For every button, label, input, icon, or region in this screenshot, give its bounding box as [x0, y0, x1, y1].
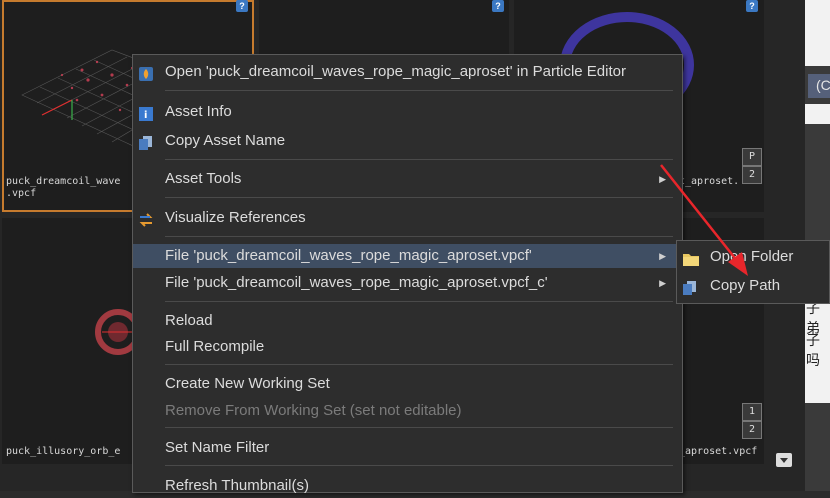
- particle-editor-icon: [139, 65, 153, 81]
- menu-item-label: Remove From Working Set (set not editabl…: [165, 402, 462, 419]
- info-icon: i: [139, 105, 153, 121]
- menu-item-visualize-references[interactable]: Visualize References: [133, 206, 680, 230]
- references-icon: [139, 211, 153, 227]
- file-submenu: Open Folder Copy Path: [676, 240, 830, 304]
- menu-item-refresh-thumbnail[interactable]: Refresh Thumbnail(s): [133, 474, 680, 498]
- side-badge[interactable]: 2: [742, 166, 762, 184]
- menu-item-label: Full Recompile: [165, 338, 265, 355]
- side-badge[interactable]: 2: [742, 421, 762, 439]
- menu-separator: [165, 197, 673, 198]
- menu-item-file-vpcf-c[interactable]: File 'puck_dreamcoil_waves_rope_magic_ap…: [133, 271, 680, 295]
- right-panel-strip: [805, 0, 830, 66]
- menu-item-asset-tools[interactable]: Asset Tools ▶: [133, 167, 680, 191]
- menu-item-open-folder[interactable]: Open Folder: [677, 245, 827, 269]
- menu-separator: [165, 364, 673, 365]
- copy-icon: [139, 134, 153, 150]
- menu-item-label: Visualize References: [165, 209, 306, 226]
- right-panel-tab[interactable]: (C: [808, 74, 830, 98]
- right-panel-text: 子吗: [806, 332, 820, 368]
- menu-item-label: Create New Working Set: [165, 375, 330, 392]
- right-panel-tab-label: (C: [816, 77, 830, 93]
- menu-item-set-name-filter[interactable]: Set Name Filter: [133, 436, 680, 460]
- scroll-down-button[interactable]: [776, 453, 792, 467]
- menu-item-copy-path[interactable]: Copy Path: [677, 274, 827, 298]
- menu-item-remove-working-set: Remove From Working Set (set not editabl…: [133, 399, 680, 423]
- menu-item-open-in-particle-editor[interactable]: Open 'puck_dreamcoil_waves_rope_magic_ap…: [133, 60, 680, 84]
- copy-path-icon: [683, 279, 697, 295]
- context-menu: Open 'puck_dreamcoil_waves_rope_magic_ap…: [132, 54, 683, 494]
- menu-item-asset-info[interactable]: i Asset Info: [133, 100, 680, 124]
- menu-item-label: Asset Info: [165, 103, 232, 120]
- question-icon[interactable]: ?: [746, 0, 758, 12]
- question-icon[interactable]: ?: [236, 0, 248, 12]
- menu-item-label: Open Folder: [710, 248, 794, 265]
- question-icon[interactable]: ?: [492, 0, 504, 12]
- menu-item-label: File 'puck_dreamcoil_waves_rope_magic_ap…: [165, 247, 532, 264]
- menu-item-copy-asset-name[interactable]: Copy Asset Name: [133, 129, 680, 153]
- menu-item-label: Reload: [165, 312, 213, 329]
- menu-separator: [165, 301, 673, 302]
- folder-icon: [683, 250, 699, 266]
- menu-separator: [165, 427, 673, 428]
- menu-item-label: Copy Path: [710, 277, 781, 294]
- submenu-arrow-icon: ▶: [659, 251, 666, 261]
- menu-item-label: Set Name Filter: [165, 439, 270, 456]
- menu-item-label: Open 'puck_dreamcoil_waves_rope_magic_ap…: [165, 63, 626, 80]
- right-panel-strip: [805, 104, 830, 124]
- menu-item-label: File 'puck_dreamcoil_waves_rope_magic_ap…: [165, 274, 548, 291]
- menu-item-create-working-set[interactable]: Create New Working Set: [133, 372, 680, 396]
- svg-text:i: i: [144, 110, 147, 121]
- menu-item-label: Asset Tools: [165, 170, 242, 187]
- asset-filename: t_aproset.: [679, 176, 740, 187]
- menu-item-reload[interactable]: Reload: [133, 309, 680, 333]
- submenu-arrow-icon: ▶: [659, 278, 666, 288]
- menu-separator: [165, 90, 673, 91]
- menu-item-label: Refresh Thumbnail(s): [165, 477, 309, 494]
- side-badge[interactable]: P: [742, 148, 762, 166]
- asset-filename: puck_dreamcoil_wave .vpcf: [6, 176, 121, 199]
- side-badge[interactable]: 1: [742, 403, 762, 421]
- submenu-arrow-icon: ▶: [659, 174, 666, 184]
- menu-item-file-vpcf[interactable]: File 'puck_dreamcoil_waves_rope_magic_ap…: [133, 244, 680, 268]
- chevron-down-icon: [780, 458, 788, 463]
- menu-item-label: Copy Asset Name: [165, 132, 286, 149]
- menu-separator: [165, 159, 673, 160]
- asset-filename: _aproset.vpcf: [679, 446, 758, 457]
- menu-item-full-recompile[interactable]: Full Recompile: [133, 335, 680, 359]
- menu-separator: [165, 236, 673, 237]
- asset-filename: puck_illusory_orb_e: [6, 446, 121, 457]
- menu-separator: [165, 465, 673, 466]
